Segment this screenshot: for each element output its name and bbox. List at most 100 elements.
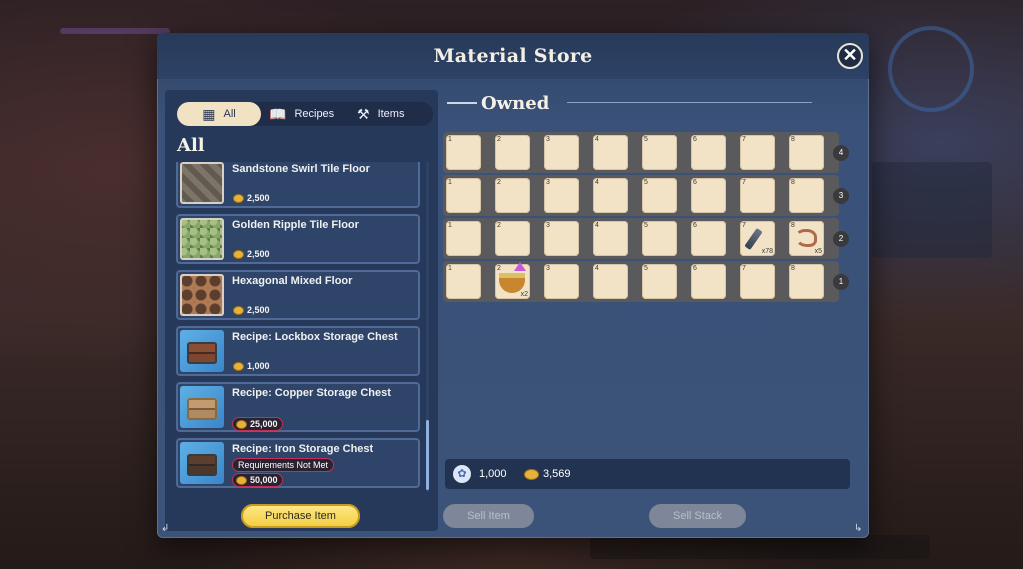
scrollbar-thumb[interactable]	[426, 420, 429, 490]
inventory-slot[interactable]: 5	[642, 221, 677, 256]
inventory-slot[interactable]: 3	[544, 264, 579, 299]
inventory-slot[interactable]: 1	[446, 221, 481, 256]
gold-coin-icon	[234, 250, 243, 258]
ticket-icon: ✿	[453, 465, 471, 483]
inventory-slot[interactable]: 2	[495, 221, 530, 256]
inventory-slot[interactable]: 6	[691, 178, 726, 213]
sell-item-button[interactable]: Sell Item	[443, 504, 534, 528]
price-value: 25,000	[250, 419, 278, 429]
recipe-thumb	[180, 330, 224, 372]
inventory-slot[interactable]: 3	[544, 178, 579, 213]
list-item[interactable]: Golden Ripple Tile Floor 2,500	[176, 214, 420, 264]
inventory-slot[interactable]: 6	[691, 135, 726, 170]
slot-number: 6	[693, 222, 697, 229]
inventory-slot[interactable]: 8	[789, 178, 824, 213]
item-quantity: x2	[520, 291, 528, 298]
inventory-slot[interactable]: 7 x78	[740, 221, 775, 256]
slot-number: 4	[595, 179, 599, 186]
slot-number: 4	[595, 222, 599, 229]
inventory-slot[interactable]: 5	[642, 135, 677, 170]
inventory-slot[interactable]: 5	[642, 264, 677, 299]
slot-number: 7	[742, 265, 746, 272]
inventory-slot[interactable]: 1	[446, 135, 481, 170]
floor-tile-icon	[180, 162, 224, 204]
list-heading: All	[177, 135, 205, 156]
tab-all[interactable]: ▦ All	[177, 102, 261, 126]
inventory-slot[interactable]: 7	[740, 264, 775, 299]
inventory-slot[interactable]: 6	[691, 221, 726, 256]
inventory-slot[interactable]: 6	[691, 264, 726, 299]
row-tag: 4	[833, 145, 849, 161]
row-tag: 2	[833, 231, 849, 247]
item-price: 2,500	[234, 193, 270, 203]
inventory-slot[interactable]: 4	[593, 221, 628, 256]
item-name: Sandstone Swirl Tile Floor	[232, 163, 370, 175]
inventory-slot[interactable]: 7	[740, 178, 775, 213]
item-name: Recipe: Copper Storage Chest	[232, 387, 391, 399]
list-item[interactable]: Recipe: Copper Storage Chest 25,000	[176, 382, 420, 432]
list-item[interactable]: Recipe: Lockbox Storage Chest 1,000	[176, 326, 420, 376]
slot-number: 3	[546, 222, 550, 229]
chest-icon	[187, 342, 217, 364]
inventory-slot[interactable]: 4	[593, 264, 628, 299]
inventory-slot[interactable]: 2	[495, 178, 530, 213]
tab-recipes[interactable]: 📖 Recipes	[269, 102, 349, 126]
rope-icon	[795, 229, 817, 247]
slot-number: 6	[693, 265, 697, 272]
background-hotbar	[590, 535, 930, 559]
slot-number: 5	[644, 179, 648, 186]
inventory-slot[interactable]: 4	[593, 178, 628, 213]
book-icon: 📖	[269, 106, 287, 122]
list-item[interactable]: Hexagonal Mixed Floor 2,500	[176, 270, 420, 320]
inventory-row: 1 2 x2 3 4 5 6 7 8 1	[443, 261, 849, 302]
slot-number: 7	[742, 222, 746, 229]
recipe-thumb	[180, 442, 224, 484]
food-bowl-icon	[499, 273, 525, 293]
item-name: Recipe: Lockbox Storage Chest	[232, 331, 398, 343]
inventory-slot[interactable]: 7	[740, 135, 775, 170]
inventory-row: 1 2 3 4 5 6 7 8 3	[443, 175, 849, 216]
slot-number: 5	[644, 265, 648, 272]
price-value: 2,500	[247, 249, 270, 259]
list-item[interactable]: Sandstone Swirl Tile Floor 2,500	[176, 162, 420, 208]
sell-stack-button[interactable]: Sell Stack	[649, 504, 746, 528]
upgrade-arrow-icon	[514, 262, 526, 271]
row-tag: 3	[833, 188, 849, 204]
knife-icon	[744, 227, 763, 251]
divider	[567, 102, 812, 103]
inventory-slot[interactable]: 1	[446, 264, 481, 299]
inventory-slot[interactable]: 2 x2	[495, 262, 530, 299]
requirement-badge: Requirements Not Met	[232, 458, 335, 472]
slot-number: 8	[791, 222, 795, 229]
purchase-item-button[interactable]: Purchase Item	[241, 504, 360, 528]
tab-items[interactable]: ⚒ Items	[357, 102, 433, 126]
slot-number: 4	[595, 136, 599, 143]
gold-balance: 3,569	[543, 468, 571, 480]
grid-icon: ▦	[202, 106, 216, 122]
inventory-slot[interactable]: 8 x5	[789, 221, 824, 256]
slot-number: 6	[693, 179, 697, 186]
item-name: Hexagonal Mixed Floor	[232, 275, 353, 287]
inventory-slot[interactable]: 5	[642, 178, 677, 213]
list-item[interactable]: Recipe: Iron Storage Chest Requirements …	[176, 438, 420, 488]
slot-number: 1	[448, 265, 452, 272]
title-bar: Material Store ✕	[157, 33, 869, 79]
inventory-slot[interactable]: 8	[789, 264, 824, 299]
inventory-slot[interactable]: 8	[789, 135, 824, 170]
gold-coin-icon	[237, 476, 246, 484]
item-name: Golden Ripple Tile Floor	[232, 219, 359, 231]
owned-heading: Owned	[447, 93, 549, 114]
inventory-slot[interactable]: 3	[544, 135, 579, 170]
inventory-slot[interactable]: 4	[593, 135, 628, 170]
background-hud	[58, 10, 178, 20]
item-quantity: x5	[814, 248, 822, 255]
slot-number: 4	[595, 265, 599, 272]
inventory-slot[interactable]: 2	[495, 135, 530, 170]
inventory-slot[interactable]: 1	[446, 178, 481, 213]
price-value: 2,500	[247, 193, 270, 203]
slot-number: 5	[644, 222, 648, 229]
gold-coin-icon	[525, 470, 538, 479]
inventory-slot[interactable]: 3	[544, 221, 579, 256]
close-button[interactable]: ✕	[837, 43, 863, 69]
row-tag: 1	[833, 274, 849, 290]
